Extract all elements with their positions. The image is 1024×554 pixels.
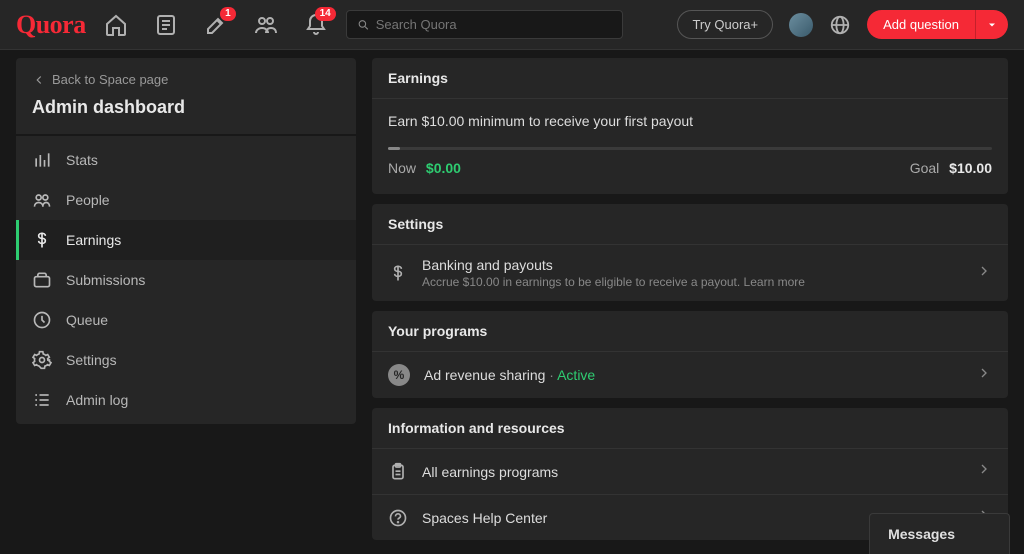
earnings-message: Earn $10.00 minimum to receive your firs…	[388, 113, 992, 129]
edit-icon[interactable]: 1	[204, 13, 228, 37]
log-icon	[32, 390, 52, 410]
sidebar-item-people[interactable]: People	[16, 180, 356, 220]
ad-revenue-title: Ad revenue sharing · Active	[424, 367, 962, 383]
search-input[interactable]	[376, 17, 612, 32]
sidebar-header: Back to Space page Admin dashboard	[16, 58, 356, 134]
sidebar-item-label: People	[66, 192, 110, 208]
sidebar-item-label: Queue	[66, 312, 108, 328]
top-header: Quora 1 14 Try Quora+ Add question	[0, 0, 1024, 50]
sidebar-item-label: Admin log	[66, 392, 128, 408]
percent-icon: %	[388, 364, 410, 386]
banking-title: Banking and payouts	[422, 257, 962, 273]
clipboard-icon	[388, 462, 408, 482]
sidebar-item-settings[interactable]: Settings	[16, 340, 356, 380]
goal-value: $10.00	[949, 160, 992, 176]
all-programs-item[interactable]: All earnings programs	[372, 449, 1008, 494]
list-icon[interactable]	[154, 13, 178, 37]
earnings-body: Earn $10.00 minimum to receive your firs…	[372, 99, 1008, 194]
help-icon	[388, 508, 408, 528]
dashboard-title: Admin dashboard	[32, 97, 340, 118]
ad-revenue-item[interactable]: % Ad revenue sharing · Active	[372, 352, 1008, 398]
sidebar-item-earnings[interactable]: Earnings	[16, 220, 356, 260]
gear-icon	[32, 350, 52, 370]
nav-icons: 1 14	[104, 13, 328, 37]
globe-icon[interactable]	[829, 14, 851, 36]
learn-more-link[interactable]: Learn more	[744, 275, 805, 289]
sidebar-item-label: Settings	[66, 352, 117, 368]
search-icon	[357, 18, 370, 32]
settings-card: Settings Banking and payouts Accrue $10.…	[372, 204, 1008, 301]
add-question-dropdown[interactable]	[975, 10, 1008, 39]
chevron-right-icon	[976, 461, 992, 482]
people-icon	[32, 190, 52, 210]
info-header: Information and resources	[372, 408, 1008, 449]
status-active: Active	[557, 367, 595, 383]
sidebar-item-label: Submissions	[66, 272, 145, 288]
avatar[interactable]	[789, 13, 813, 37]
bell-badge: 14	[315, 7, 336, 21]
chevron-right-icon	[976, 263, 992, 284]
edit-badge: 1	[220, 7, 236, 21]
dollar-icon	[388, 263, 408, 283]
sidebar-menu: Stats People Earnings Submissions Queue …	[16, 136, 356, 424]
banking-subtitle: Accrue $10.00 in earnings to be eligible…	[422, 275, 962, 289]
now-label: Now	[388, 160, 416, 176]
progress-labels: Now $0.00 Goal $10.00	[388, 160, 992, 186]
back-label: Back to Space page	[52, 72, 168, 87]
people-icon[interactable]	[254, 13, 278, 37]
header-right: Try Quora+ Add question	[677, 10, 1008, 39]
sidebar: Back to Space page Admin dashboard Stats…	[16, 58, 356, 540]
sidebar-item-admin-log[interactable]: Admin log	[16, 380, 356, 420]
sidebar-item-submissions[interactable]: Submissions	[16, 260, 356, 300]
content: Earnings Earn $10.00 minimum to receive …	[372, 58, 1008, 540]
search-box[interactable]	[346, 10, 623, 39]
programs-card: Your programs % Ad revenue sharing · Act…	[372, 311, 1008, 398]
goal-label: Goal	[910, 160, 940, 176]
chevron-right-icon	[976, 365, 992, 386]
all-programs-title: All earnings programs	[422, 464, 962, 480]
sidebar-item-stats[interactable]: Stats	[16, 140, 356, 180]
add-question-button[interactable]: Add question	[867, 10, 975, 39]
main: Back to Space page Admin dashboard Stats…	[0, 50, 1024, 548]
earnings-card: Earnings Earn $10.00 minimum to receive …	[372, 58, 1008, 194]
earnings-progress	[388, 147, 992, 150]
now-value: $0.00	[426, 160, 461, 176]
settings-header: Settings	[372, 204, 1008, 245]
banking-payouts-item[interactable]: Banking and payouts Accrue $10.00 in ear…	[372, 245, 1008, 301]
home-icon[interactable]	[104, 13, 128, 37]
add-question-wrap: Add question	[867, 10, 1008, 39]
quora-logo[interactable]: Quora	[16, 10, 86, 40]
bell-icon[interactable]: 14	[304, 13, 328, 37]
back-link[interactable]: Back to Space page	[32, 72, 340, 87]
messages-button[interactable]: Messages	[869, 513, 1010, 554]
programs-header: Your programs	[372, 311, 1008, 352]
sidebar-item-queue[interactable]: Queue	[16, 300, 356, 340]
earnings-header: Earnings	[372, 58, 1008, 99]
sidebar-item-label: Stats	[66, 152, 98, 168]
try-quora-plus-button[interactable]: Try Quora+	[677, 10, 773, 39]
inbox-icon	[32, 270, 52, 290]
dollar-icon	[32, 230, 52, 250]
clock-icon	[32, 310, 52, 330]
chevron-down-icon	[986, 19, 998, 31]
sidebar-item-label: Earnings	[66, 232, 121, 248]
stats-icon	[32, 150, 52, 170]
chevron-left-icon	[32, 73, 46, 87]
